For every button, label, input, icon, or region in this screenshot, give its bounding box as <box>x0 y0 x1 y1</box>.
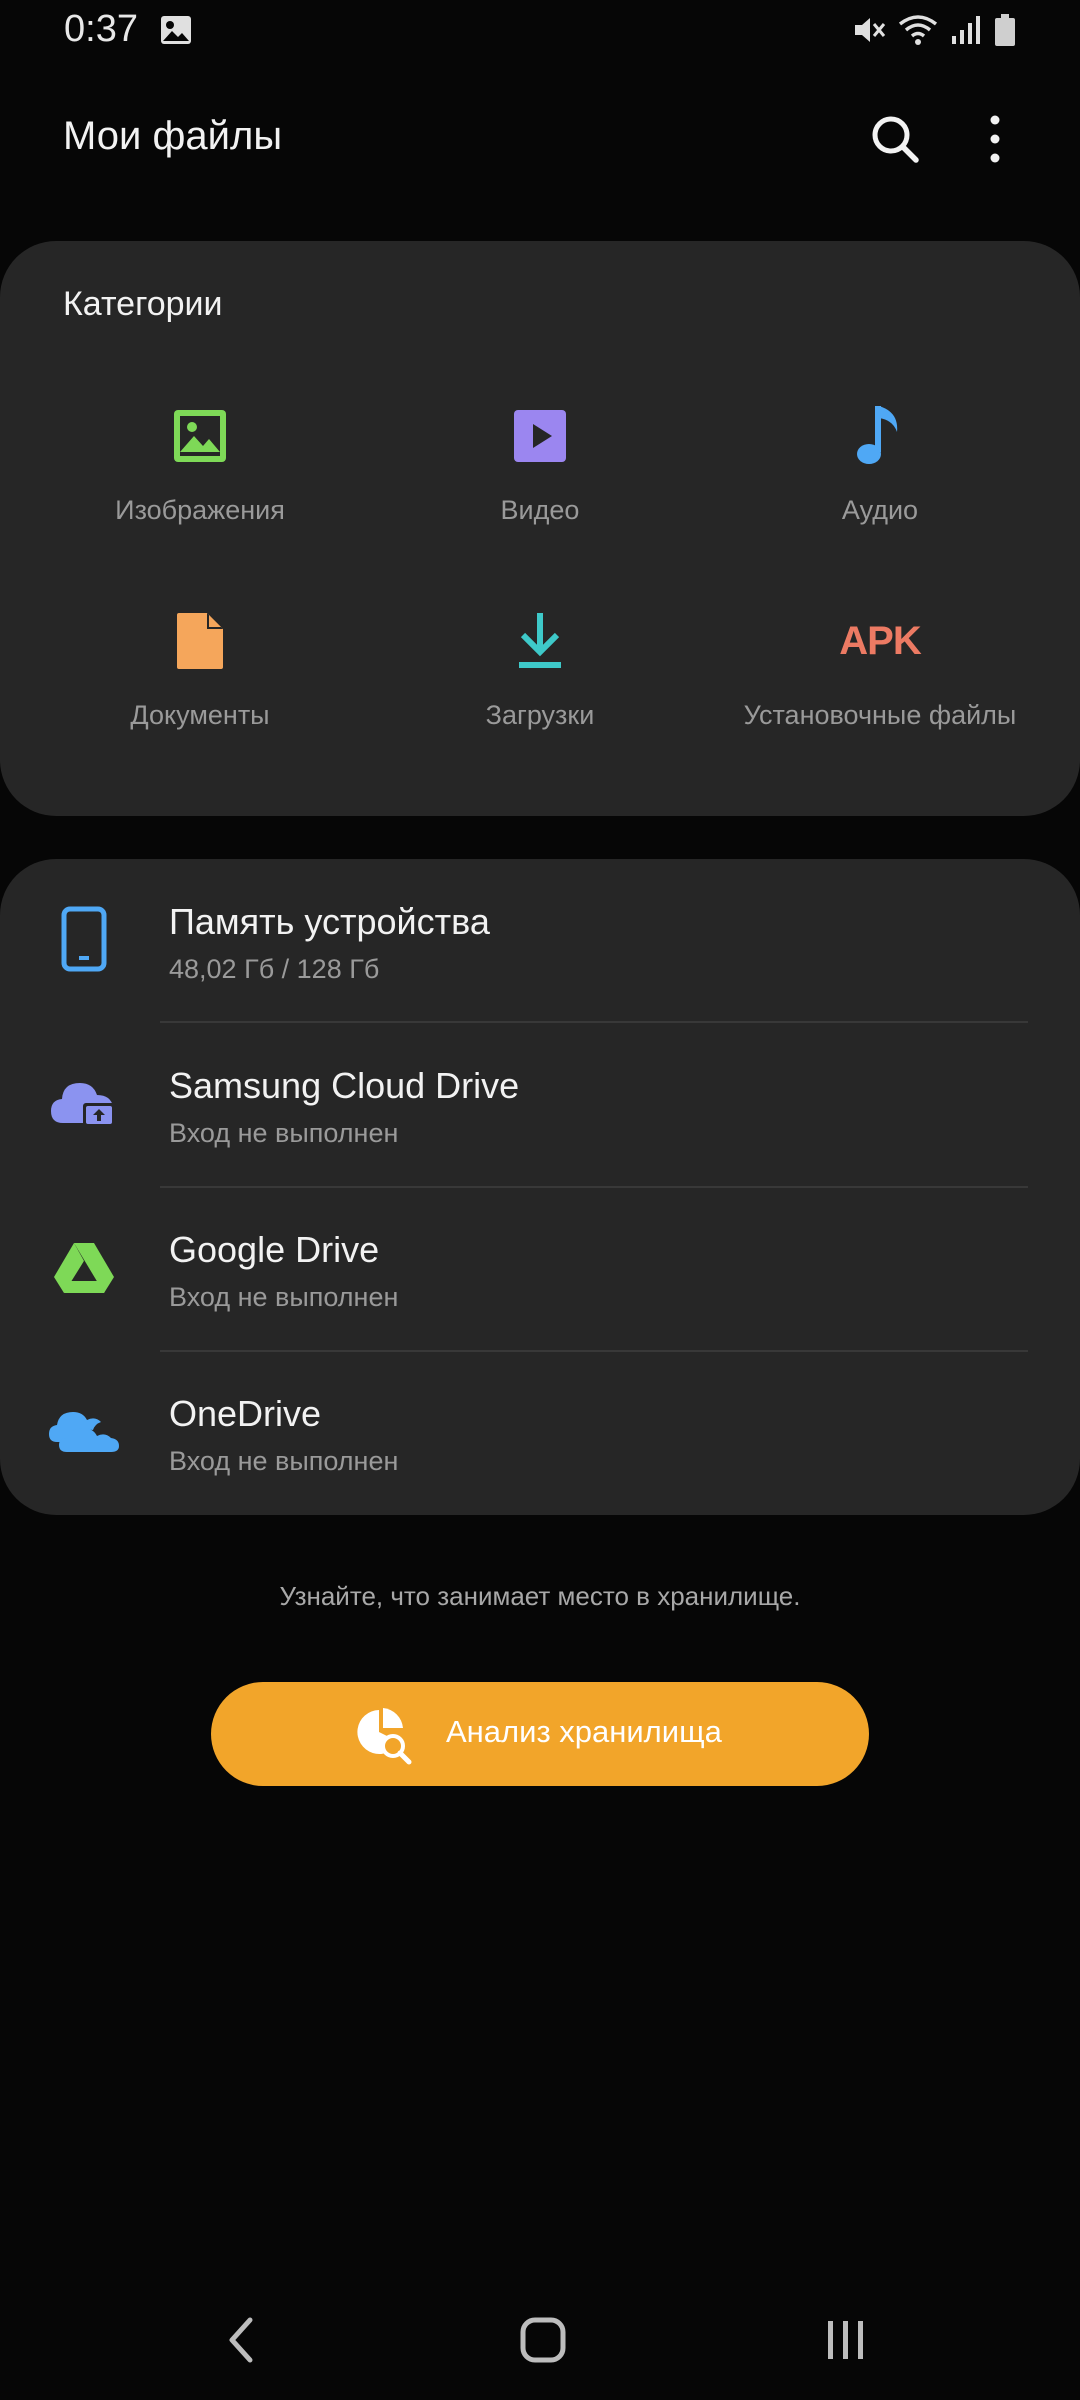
category-label: Документы <box>130 700 270 730</box>
home-icon <box>520 2317 566 2363</box>
storage-row-google-drive[interactable]: Google Drive Вход не выполнен <box>0 1187 1080 1351</box>
category-documents[interactable]: Документы <box>30 601 370 771</box>
page-title: Мои файлы <box>63 114 283 158</box>
category-label: Видео <box>500 495 580 525</box>
home-button[interactable] <box>503 2300 583 2380</box>
storage-card: Память устройства 48,02 Гб / 128 Гб Sams… <box>0 859 1080 1515</box>
analyze-storage-label: Анализ хранилища <box>446 1714 722 1749</box>
storage-title: OneDrive <box>169 1393 322 1434</box>
category-label: Аудио <box>841 495 919 525</box>
app-header: Мои файлы <box>0 100 1080 180</box>
recent-apps-button[interactable] <box>806 2300 886 2380</box>
storage-row-device[interactable]: Память устройства 48,02 Гб / 128 Гб <box>0 859 1080 1023</box>
image-icon <box>30 396 370 476</box>
video-icon <box>370 396 710 476</box>
battery-icon <box>994 13 1016 52</box>
navigation-bar <box>0 2280 1080 2400</box>
analyze-storage-button[interactable]: Анализ хранилища <box>211 1682 869 1786</box>
category-install-files[interactable]: APK Установочные файлы <box>710 601 1050 771</box>
storage-analysis-icon <box>357 1708 412 1765</box>
mute-icon <box>852 14 886 51</box>
more-options-button[interactable] <box>966 110 1024 168</box>
apk-icon: APK <box>710 601 1050 681</box>
storage-title: Samsung Cloud Drive <box>169 1065 520 1106</box>
more-options-icon <box>990 115 1000 163</box>
back-button[interactable] <box>202 2300 282 2380</box>
category-downloads[interactable]: Загрузки <box>370 601 710 771</box>
storage-status: Вход не выполнен <box>169 1118 399 1148</box>
download-icon <box>370 601 710 681</box>
phone-icon <box>44 899 124 979</box>
search-button[interactable] <box>866 110 924 168</box>
storage-hint-text: Узнайте, что занимает место в хранилище. <box>279 1581 801 1611</box>
back-icon <box>229 2317 253 2363</box>
wifi-icon <box>898 14 938 51</box>
category-video[interactable]: Видео <box>370 396 710 566</box>
storage-row-samsung-cloud[interactable]: Samsung Cloud Drive Вход не выполнен <box>0 1023 1080 1187</box>
categories-heading: Категории <box>63 285 223 323</box>
storage-row-onedrive[interactable]: OneDrive Вход не выполнен <box>0 1351 1080 1515</box>
category-label: Изображения <box>115 495 285 525</box>
my-files-screen: 0:37 Мои файлы Категории Изображения Вид… <box>0 0 1080 2400</box>
storage-title: Память устройства <box>169 901 490 942</box>
google-drive-icon <box>44 1227 124 1307</box>
search-icon <box>872 116 919 163</box>
music-note-icon <box>710 396 1050 476</box>
recent-apps-icon <box>828 2321 863 2359</box>
samsung-cloud-icon <box>44 1063 124 1143</box>
storage-status: Вход не выполнен <box>169 1446 399 1476</box>
signal-icon <box>950 14 982 51</box>
category-label: Загрузки <box>485 700 595 730</box>
status-bar: 0:37 <box>0 0 1080 64</box>
status-icons <box>852 13 1016 52</box>
apk-icon-text: APK <box>839 618 921 663</box>
gallery-icon <box>160 15 192 50</box>
category-label: Установочные файлы <box>743 700 1017 730</box>
categories-card: Категории Изображения Видео Аудио Докуме… <box>0 241 1080 816</box>
document-icon <box>30 601 370 681</box>
status-time: 0:37 <box>64 8 138 50</box>
storage-status: Вход не выполнен <box>169 1282 399 1312</box>
storage-title: Google Drive <box>169 1229 380 1270</box>
category-audio[interactable]: Аудио <box>710 396 1050 566</box>
storage-usage: 48,02 Гб / 128 Гб <box>169 954 380 984</box>
category-images[interactable]: Изображения <box>30 396 370 566</box>
onedrive-icon <box>44 1391 124 1471</box>
